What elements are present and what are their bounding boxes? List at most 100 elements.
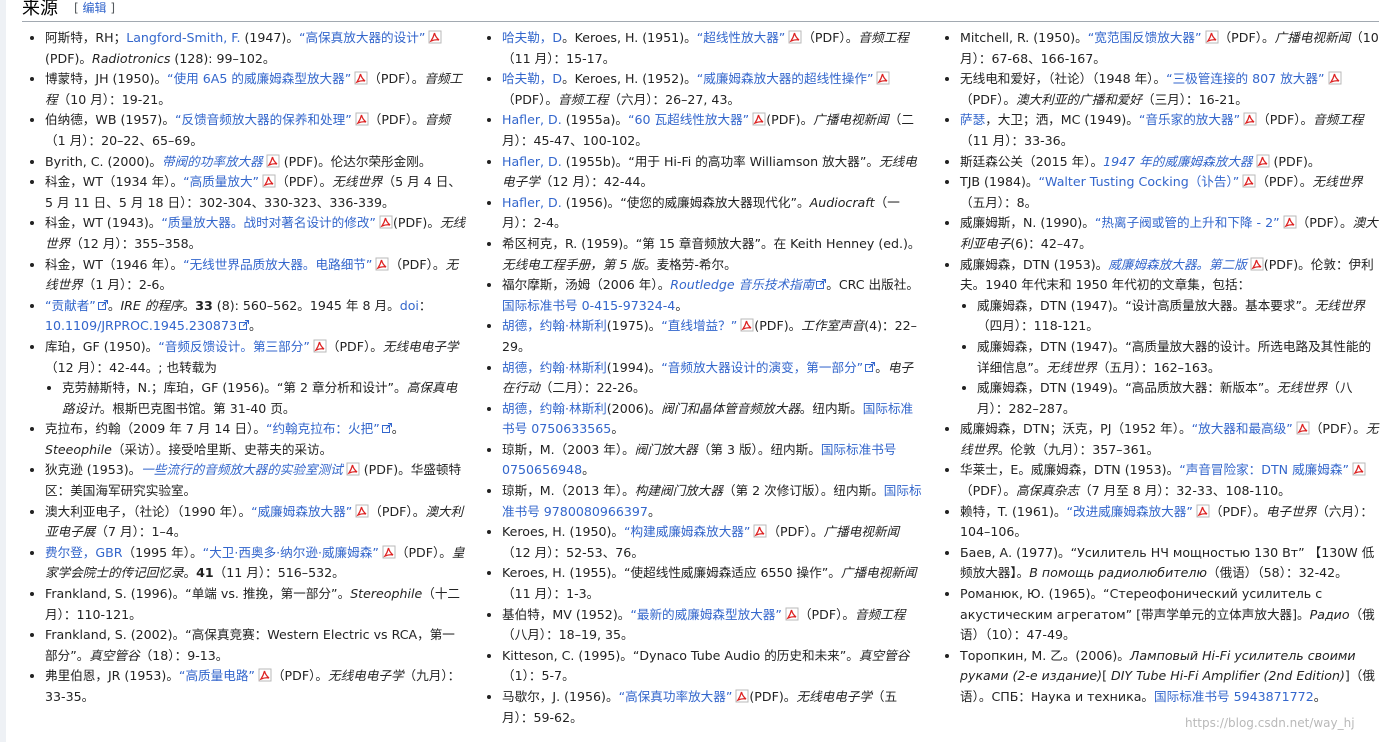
ref-text: （PDF）。 <box>1209 503 1266 519</box>
pdf-icon[interactable] <box>1253 154 1270 169</box>
ref-link[interactable]: “威廉姆森放大器” <box>251 504 352 519</box>
ref-title-link[interactable]: 1947 年的威廉姆森放大器 <box>1103 154 1252 169</box>
ref-link[interactable]: 哈夫勒，D <box>502 30 562 45</box>
ref-link[interactable]: “音频放大器设计的演变，第一部分” <box>661 360 863 375</box>
ref-text: 伯纳德，WB (1957)。 <box>45 112 175 128</box>
ref-link[interactable]: “反馈音频放大器的保养和处理” <box>175 112 352 127</box>
ref-link[interactable]: “大卫·西奥多·纳尔逊·威廉姆森” <box>203 545 379 560</box>
ref-link[interactable]: “Walter Tusting Cocking（讣告）” <box>1039 174 1240 189</box>
ref-link[interactable]: “无线世界品质放大器。电路细节” <box>183 257 372 272</box>
ref-link[interactable]: 胡德，约翰·林斯利 <box>502 360 607 375</box>
ref-text: 克劳赫斯特，N.；库珀，GF (1956)。“第 2 章分析和设计”。 <box>62 380 407 396</box>
ref-text: （18）：9-13。 <box>139 647 229 663</box>
pdf-icon[interactable] <box>310 339 327 354</box>
ref-link[interactable]: Hafler, D. <box>502 112 562 127</box>
pdf-icon[interactable] <box>1280 215 1297 230</box>
ref-link[interactable]: “最新的威廉姆森型放大器” <box>630 607 782 622</box>
ref-title-link[interactable]: 带阀的功率放大器 <box>162 154 263 169</box>
ref-link[interactable]: “热离子阀或管的上升和下降 - 2” <box>1095 215 1280 230</box>
ref-link[interactable]: 哈夫勒，D <box>502 71 562 86</box>
reference-item: 胡德，约翰·林斯利(2006)。阀门和晶体管音频放大器。纽内斯。国际标准书号 0… <box>502 399 923 440</box>
ref-link[interactable]: 胡德，约翰·林斯利 <box>502 318 607 333</box>
pdf-icon[interactable] <box>782 607 799 622</box>
pdf-icon[interactable] <box>1293 421 1310 436</box>
ref-text: （PDF）。 <box>960 91 1017 107</box>
pdf-icon[interactable] <box>750 524 767 539</box>
pdf-icon[interactable] <box>785 30 802 45</box>
ref-link[interactable]: “宽范围反馈放大器” <box>1088 30 1202 45</box>
ref-title-link[interactable]: 一些流行的音频放大器的实验室测试 <box>141 462 343 477</box>
ref-publication: 音频工程 <box>558 91 609 107</box>
ref-link[interactable]: 萨瑟 <box>960 112 985 127</box>
ref-link[interactable]: 胡德，约翰·林斯利 <box>502 401 607 416</box>
pdf-icon[interactable] <box>259 174 276 189</box>
pdf-icon[interactable] <box>352 112 369 127</box>
ref-link[interactable]: “威廉姆森放大器的超线性操作” <box>697 71 874 86</box>
ref-text: 。Keroes, H. (1952)。 <box>562 71 697 87</box>
pdf-icon[interactable] <box>263 154 280 169</box>
pdf-icon[interactable] <box>1325 71 1342 86</box>
ref-link[interactable]: “高质量电路” <box>179 668 255 683</box>
pdf-icon[interactable] <box>351 71 368 86</box>
ref-link[interactable]: Langford-Smith, F. <box>126 30 240 45</box>
ref-link[interactable]: Hafler, D. <box>502 195 562 210</box>
pdf-icon[interactable] <box>1240 112 1257 127</box>
pdf-icon[interactable] <box>255 668 272 683</box>
external-link-icon[interactable] <box>380 421 392 436</box>
external-link-icon[interactable] <box>863 360 876 375</box>
ref-link[interactable]: 国际标准书号 5943871772 <box>1154 689 1314 704</box>
ref-link[interactable]: “放大器和最高级” <box>1192 421 1293 436</box>
ref-link[interactable]: “质量放大器。战时对著名设计的修改” <box>161 215 376 230</box>
ref-link[interactable]: “声音冒险家：DTN 威廉姆森” <box>1179 462 1349 477</box>
pdf-icon[interactable] <box>1202 30 1219 45</box>
pdf-icon[interactable] <box>1349 462 1366 477</box>
ref-link[interactable]: “高保真放大器的设计” <box>299 30 425 45</box>
ref-link[interactable]: “改进威廉姆森放大器” <box>1066 504 1192 519</box>
pdf-icon[interactable] <box>343 462 360 477</box>
pdf-icon[interactable] <box>376 215 393 230</box>
ref-link[interactable]: “超线性放大器” <box>697 30 786 45</box>
ref-title-link[interactable]: 威廉姆森放大器。第二版 <box>1108 257 1247 272</box>
external-link-icon[interactable] <box>237 318 249 333</box>
ref-link[interactable]: 10.1109/JRPROC.1945.230873 <box>45 318 237 333</box>
edit-link[interactable]: 编辑 <box>83 1 107 15</box>
pdf-icon[interactable] <box>1239 174 1256 189</box>
pdf-icon[interactable] <box>737 318 754 333</box>
ref-link[interactable]: “构建威廉姆森放大器” <box>624 524 750 539</box>
ref-link[interactable]: Hafler, D. <box>502 154 562 169</box>
ref-link[interactable]: “60 瓦超线性放大器” <box>628 112 749 127</box>
ref-link[interactable]: doi <box>400 298 419 313</box>
ref-link[interactable]: “约翰克拉布：火把” <box>266 421 380 436</box>
ref-title-link[interactable]: Routledge 音乐技术指南 <box>670 277 814 292</box>
ref-text: （五月）：162–163。 <box>1096 359 1221 375</box>
ref-link[interactable]: “高保真功率放大器” <box>619 689 733 704</box>
pdf-icon[interactable] <box>372 257 389 272</box>
pdf-icon[interactable] <box>749 112 766 127</box>
reference-item: 哈夫勒，D。Keroes, H. (1952)。“威廉姆森放大器的超线性操作” （… <box>502 69 923 110</box>
pdf-icon[interactable] <box>873 71 890 86</box>
pdf-icon[interactable] <box>352 504 369 519</box>
ref-text: 克拉布，约翰（2009 年 7 月 14 日）。 <box>45 421 266 437</box>
ref-link[interactable]: “高质量放大” <box>183 174 259 189</box>
ref-text: （PDF）。 <box>798 606 855 622</box>
ref-link[interactable]: “贡献者” <box>45 298 96 313</box>
ref-text: （八月）：18–19, 35。 <box>502 627 634 643</box>
reference-item: Торопкин, М. 乙。(2006)。Ламповый Hi-Fi уси… <box>960 646 1383 708</box>
ref-link[interactable]: “三极管连接的 807 放大器” <box>1166 71 1324 86</box>
pdf-icon[interactable] <box>1193 504 1210 519</box>
pdf-icon[interactable] <box>1247 257 1264 272</box>
ref-publication: Радио <box>1309 606 1350 622</box>
ref-link[interactable]: “使用 6A5 的威廉姆森型放大器” <box>167 71 351 86</box>
external-link-icon[interactable] <box>814 277 827 292</box>
ref-link[interactable]: “音频反馈设计。第三部分” <box>158 339 310 354</box>
reference-item: Hafler, D. (1955b)。“用于 Hi-Fi 的高功率 Willia… <box>502 152 923 193</box>
ref-link[interactable]: “直线增益？” <box>661 318 737 333</box>
ref-link[interactable]: 国际标准书号 0-415-97324-4 <box>502 298 675 313</box>
pdf-icon[interactable] <box>732 689 749 704</box>
ref-link[interactable]: 费尔登，GBR <box>45 545 123 560</box>
ref-link[interactable]: “音乐家的放大器” <box>1139 112 1240 127</box>
external-link-icon[interactable] <box>96 298 108 313</box>
ref-text: (PDF)。 <box>754 318 802 334</box>
pdf-icon[interactable] <box>379 545 396 560</box>
pdf-icon[interactable] <box>425 30 442 45</box>
